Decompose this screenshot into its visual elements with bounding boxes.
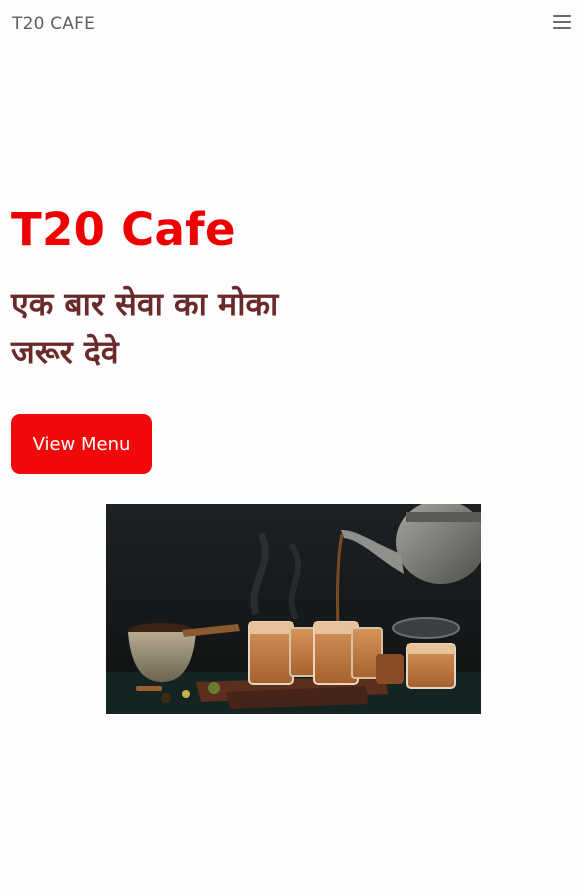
hamburger-menu-icon[interactable]	[553, 14, 571, 30]
view-menu-button[interactable]: View Menu	[11, 414, 152, 474]
navbar: T20 CAFE	[0, 0, 584, 48]
brand-logo-link[interactable]: T20 CAFE	[12, 14, 95, 34]
hero-subtitle-line-1: एक बार सेवा का मोका	[11, 285, 279, 323]
hero-subtitle: एक बार सेवा का मोका जरूर देवे	[11, 280, 341, 376]
hero-title: T20 Cafe	[11, 203, 236, 256]
hero-subtitle-line-2: जरूर देवे	[11, 333, 119, 371]
hero-image-chai	[106, 504, 481, 714]
